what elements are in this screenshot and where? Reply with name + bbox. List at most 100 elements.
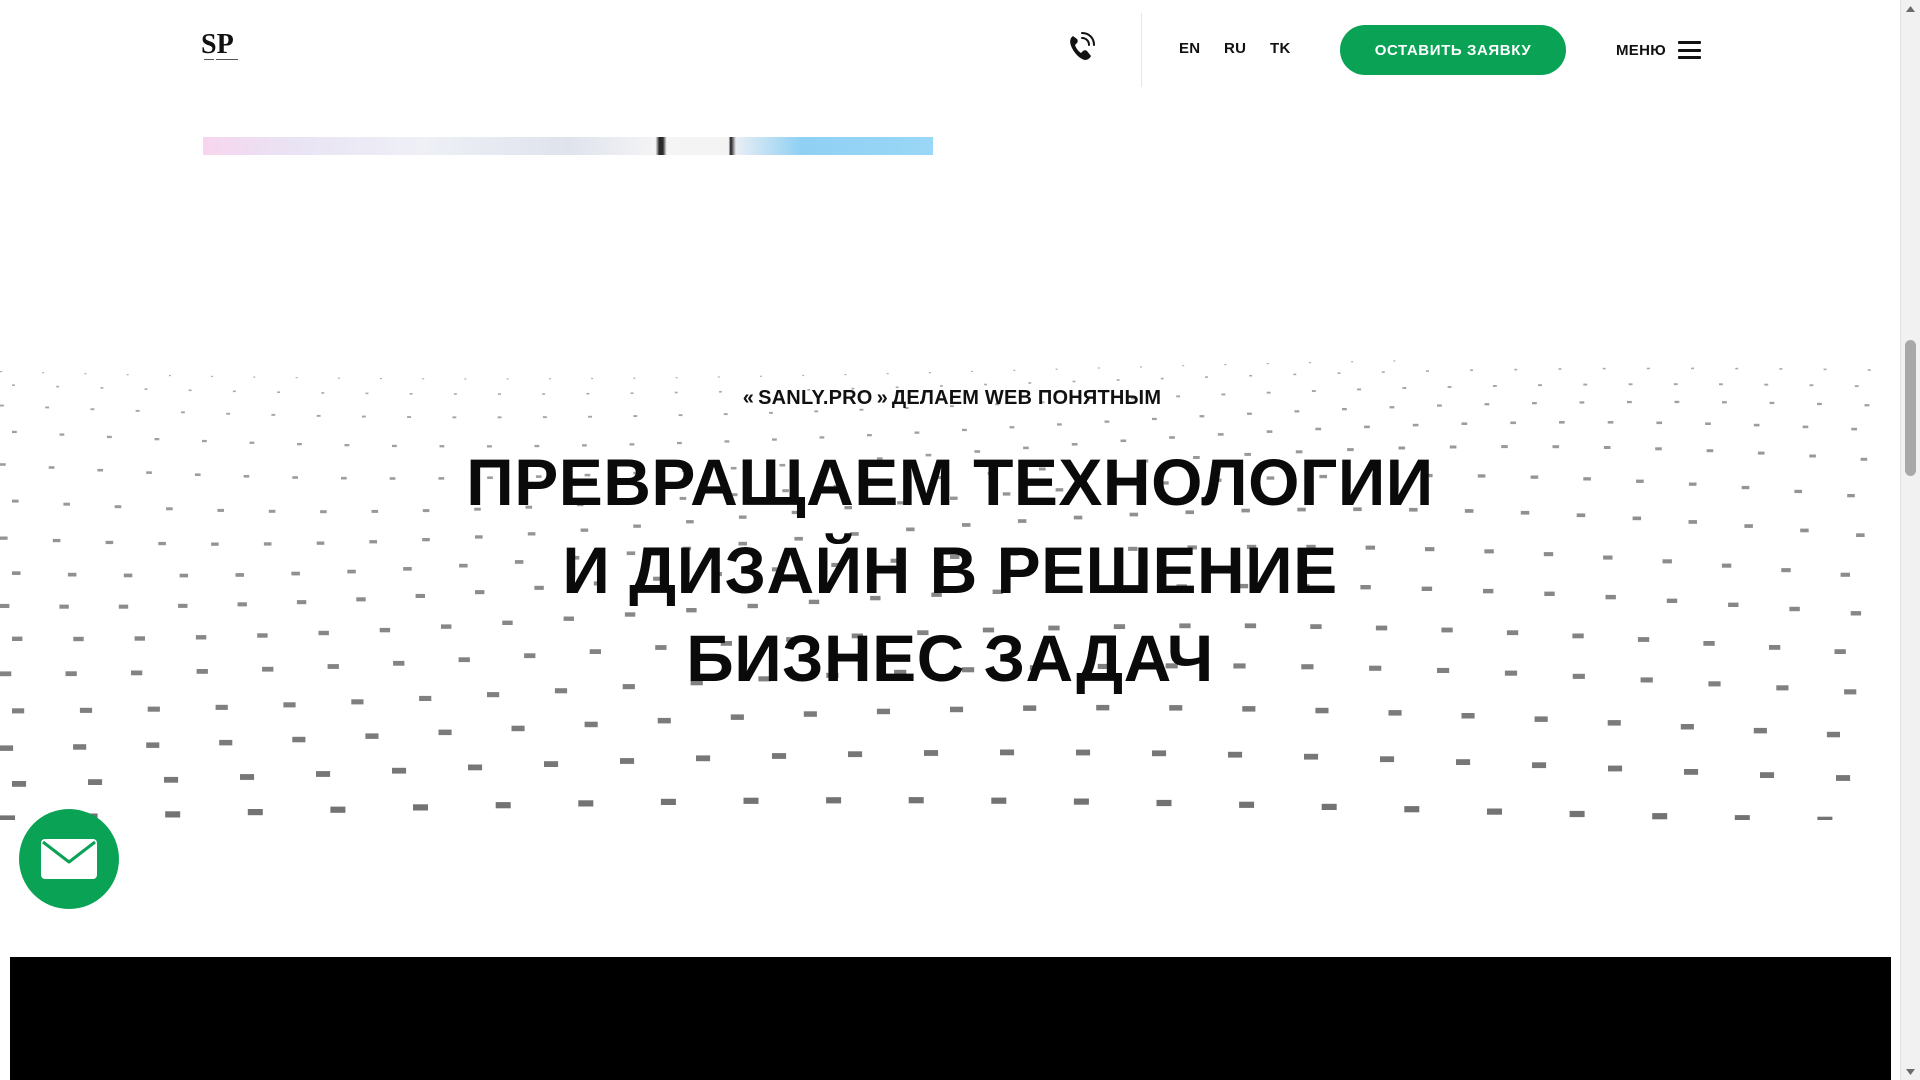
lang-ru-link[interactable]: RU: [1224, 40, 1246, 57]
field-dot: [1705, 422, 1711, 425]
field-dot: [1461, 713, 1475, 719]
field-dot: [1242, 706, 1256, 712]
field-dot: [803, 711, 817, 717]
field-dot: [1608, 765, 1623, 772]
hero-title: ПРЕВРАЩАЕМ ТЕХНОЛОГИИ И ДИЗАЙН В РЕШЕНИЕ…: [0, 438, 1900, 702]
field-dot: [1734, 815, 1750, 820]
logo-mark-icon: SP: [201, 29, 238, 60]
field-dot: [1140, 366, 1142, 368]
field-dot: [914, 431, 920, 434]
menu-button[interactable]: МЕНЮ: [1616, 36, 1702, 64]
field-dot: [1217, 433, 1224, 436]
header-divider: [1141, 13, 1142, 87]
field-dot: [361, 415, 366, 418]
field-dot: [1456, 759, 1471, 765]
field-dot: [1308, 362, 1311, 364]
field-dot: [584, 721, 598, 728]
scroll-down-arrow-icon[interactable]: [1901, 1063, 1920, 1080]
lang-tk-link[interactable]: TK: [1270, 40, 1291, 57]
field-dot: [1607, 421, 1614, 424]
field-dot: [1097, 367, 1100, 369]
field-dot: [1753, 423, 1760, 427]
field-dot: [867, 434, 872, 437]
field-dot: [12, 430, 17, 434]
page: SP EN RU TK ОСТАВИТЬ ЗАЯВКУ МЕНЮ « SANLY…: [0, 0, 1920, 1080]
field-dot: [1487, 808, 1502, 815]
field-dot: [316, 771, 331, 777]
field-dot: [1628, 383, 1633, 386]
hamburger-icon: [1678, 41, 1702, 59]
hero-title-line: ПРЕВРАЩАЕМ ТЕХНОЛОГИИ: [466, 445, 1434, 519]
field-dot: [126, 374, 129, 376]
scroll-up-arrow-icon[interactable]: [1901, 0, 1920, 17]
field-dot: [1156, 799, 1172, 807]
field-dot: [1315, 427, 1322, 431]
field-dot: [1735, 367, 1739, 370]
field-dot: [1673, 383, 1678, 386]
scrollbar-thumb[interactable]: [1905, 340, 1916, 476]
field-dot: [1426, 370, 1429, 372]
hero-kicker: «SANLY.PRO» ДЕЛАЕМ WEB ПОНЯТНЫМ: [0, 387, 1900, 410]
field-dot: [1337, 372, 1341, 374]
field-dot: [365, 733, 379, 739]
field-dot: [0, 815, 15, 820]
field-dot: [1607, 720, 1621, 726]
field-dot: [717, 376, 720, 378]
field-dot: [295, 377, 298, 379]
field-dot: [215, 704, 228, 710]
field-dot: [316, 414, 321, 417]
field-dot: [12, 384, 15, 386]
field-dot: [1826, 731, 1840, 738]
field-dot: [1304, 753, 1319, 760]
field-dot: [1510, 421, 1516, 425]
mail-icon: [41, 839, 97, 879]
field-dot: [886, 373, 889, 375]
field-dot: [772, 753, 787, 759]
site-header: SP EN RU TK ОСТАВИТЬ ЗАЯВКУ МЕНЮ: [0, 0, 1900, 100]
field-dot: [924, 750, 939, 756]
field-dot: [380, 378, 382, 380]
field-dot: [165, 811, 181, 818]
field-dot: [1364, 425, 1370, 429]
field-dot: [950, 706, 964, 713]
field-dot: [578, 800, 594, 807]
field-dot: [1534, 716, 1548, 722]
field-dot: [1116, 379, 1120, 381]
field-dot: [506, 378, 509, 380]
field-dot: [1009, 426, 1015, 429]
field-dot: [760, 375, 762, 377]
field-dot: [1602, 367, 1606, 370]
field-dot: [292, 736, 306, 743]
field-dot: [146, 742, 160, 748]
submit-request-button[interactable]: ОСТАВИТЬ ЗАЯВКУ: [1340, 25, 1566, 75]
field-dot: [1321, 803, 1337, 810]
field-dot: [1205, 376, 1208, 378]
field-dot: [1057, 423, 1062, 426]
field-dot: [181, 411, 185, 414]
field-dot: [660, 798, 676, 805]
page-scrollbar[interactable]: [1900, 0, 1920, 1080]
field-dot: [1380, 756, 1395, 763]
field-dot: [0, 745, 14, 751]
field-dot: [1558, 368, 1562, 370]
field-dot: [743, 797, 759, 804]
field-dot: [219, 739, 233, 746]
phone-button[interactable]: [1064, 30, 1098, 64]
field-dot: [1817, 816, 1833, 820]
field-dot: [723, 413, 728, 416]
field-dot: [1182, 365, 1185, 367]
field-dot: [1532, 762, 1547, 769]
field-dot: [1779, 368, 1783, 370]
logo[interactable]: SP: [200, 26, 244, 64]
field-dot: [1160, 377, 1164, 380]
lang-en-link[interactable]: EN: [1179, 40, 1200, 57]
field-dot: [1028, 382, 1032, 384]
field-dot: [1691, 367, 1694, 370]
field-dot: [84, 373, 87, 375]
field-dot: [392, 767, 407, 774]
field-dot: [1538, 384, 1542, 387]
field-dot: [1073, 798, 1089, 805]
field-dot: [1224, 364, 1227, 366]
field-dot: [1802, 425, 1809, 429]
mail-button[interactable]: [19, 809, 119, 909]
